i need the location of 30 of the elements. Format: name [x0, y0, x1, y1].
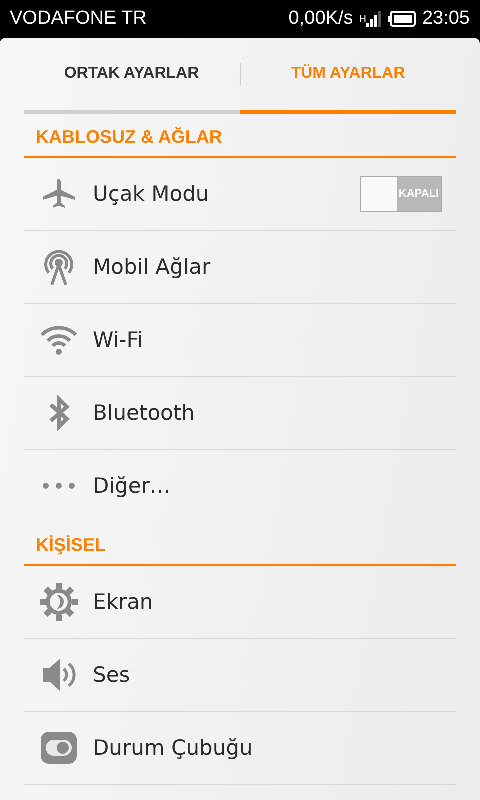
settings-item[interactable]: Ekran — [24, 566, 456, 639]
settings-item-label: Diğer… — [93, 474, 172, 498]
settings-item-label: Ekran — [93, 590, 154, 614]
settings-item[interactable]: Uçak Modu KAPALI — [24, 158, 456, 231]
settings-item-label: Durum Çubuğu — [93, 736, 254, 760]
signal-icon — [366, 11, 382, 27]
toggle-icon — [40, 732, 76, 764]
tab[interactable]: ORTAK AYARLAR — [24, 55, 240, 93]
network-speed: 0,00K/s — [288, 8, 354, 30]
battery-icon — [388, 11, 416, 27]
settings-item[interactable]: Diğer… — [24, 450, 456, 522]
section-header: KİŞİSEL — [24, 522, 456, 566]
brightness-icon — [40, 583, 78, 621]
settings-item[interactable]: Mobil Ağlar — [24, 231, 456, 304]
wifi-icon — [38, 324, 78, 356]
settings-item[interactable]: Wi-Fi — [24, 304, 456, 377]
clock: 23:05 — [422, 8, 470, 30]
more-icon — [40, 482, 76, 490]
settings-item-label: Ses — [93, 663, 132, 687]
settings-item[interactable]: Durum Çubuğu — [24, 712, 456, 785]
carrier-name: VODAFONE TR — [10, 8, 147, 30]
settings-item[interactable]: Ses — [24, 639, 456, 712]
speaker-icon — [40, 657, 76, 693]
settings-item-label: Wi-Fi — [93, 328, 144, 352]
settings-item-label: Mobil Ağlar — [93, 255, 212, 279]
network-type: H — [359, 14, 366, 25]
settings-item-label: Bluetooth — [93, 401, 196, 425]
section-header: KABLOSUZ & AĞLAR — [24, 114, 456, 158]
settings-item[interactable]: Bluetooth — [24, 377, 456, 450]
settings-item-label: Uçak Modu — [93, 182, 210, 206]
